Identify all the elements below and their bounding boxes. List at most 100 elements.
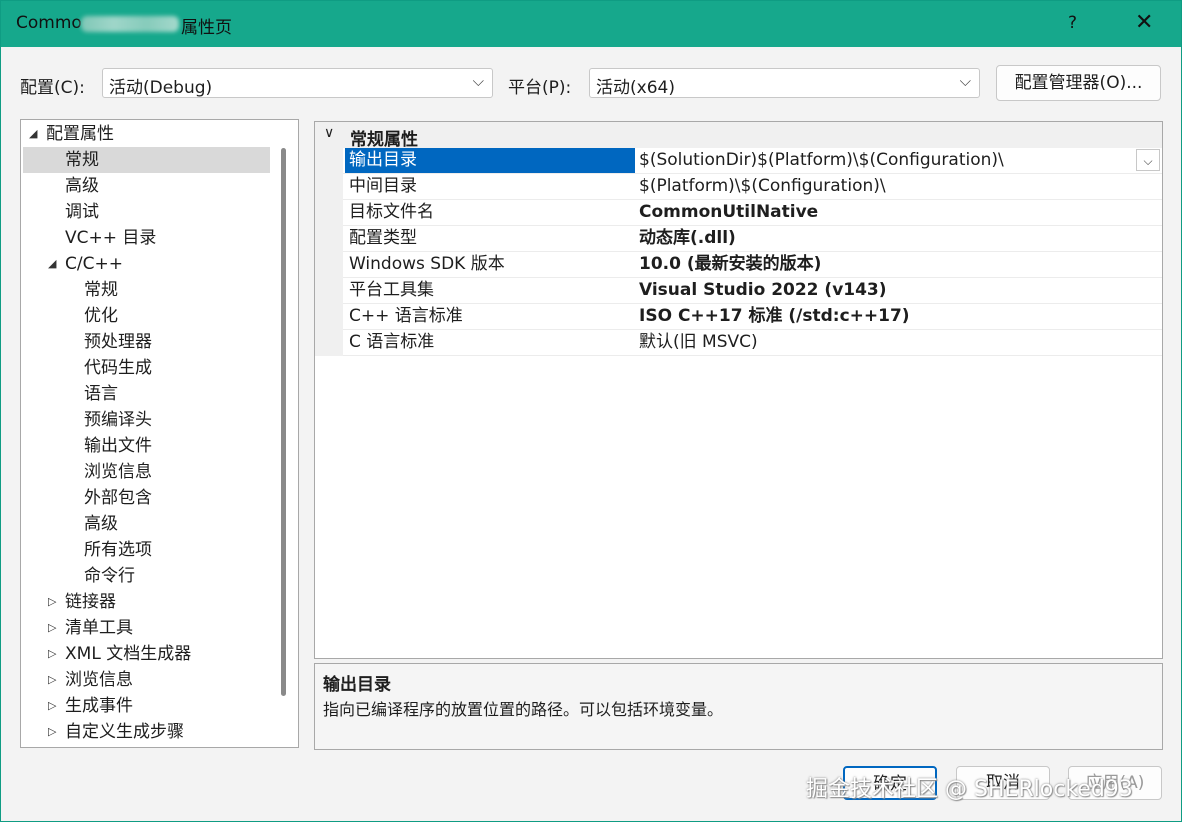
window-title-prefix: Commo — [16, 13, 82, 33]
collapse-arrow-icon[interactable]: ◢ — [48, 251, 56, 277]
property-row[interactable]: 平台工具集 Visual Studio 2022 (v143) — [343, 278, 1162, 304]
property-value[interactable]: ISO C++17 标准 (/std:c++17) — [639, 304, 910, 329]
grid-gutter — [315, 148, 343, 356]
property-row[interactable]: 输出目录 $(SolutionDir)$(Platform)\$(Configur… — [343, 148, 1162, 174]
property-value[interactable]: CommonUtilNative — [639, 200, 818, 225]
tree-item-label: C/C++ — [65, 254, 123, 274]
platform-dropdown[interactable]: 活动(x64) ⌵ — [589, 68, 980, 98]
collapse-arrow-icon[interactable]: ◢ — [29, 121, 37, 147]
property-name[interactable]: Windows SDK 版本 — [345, 252, 635, 277]
tree-item-label: 高级 — [84, 514, 118, 534]
tree-item[interactable]: 命令行 — [21, 563, 276, 589]
watermark-text: 掘金技术社区 @ SHERlocked93 — [806, 777, 1133, 802]
tree-item[interactable]: 代码生成 — [21, 355, 276, 381]
redacted-project-name — [81, 16, 179, 32]
tree-item-label: 调试 — [65, 202, 99, 222]
tree-item-label: 语言 — [84, 384, 118, 404]
property-name[interactable]: 输出目录 — [345, 148, 635, 173]
tree-item[interactable]: ▷ 清单工具 — [21, 615, 276, 641]
tree-item[interactable]: ◢ 配置属性 — [21, 121, 276, 147]
property-value[interactable]: Visual Studio 2022 (v143) — [639, 278, 887, 303]
tree-item-label: 命令行 — [84, 566, 135, 586]
property-value[interactable]: $(SolutionDir)$(Platform)\$(Configuratio… — [639, 148, 1004, 173]
expand-arrow-icon[interactable]: ▷ — [48, 589, 56, 615]
tree-item[interactable]: ◢ C/C++ — [21, 251, 276, 277]
property-tree: ◢ 配置属性 常规 高级 调试 VC++ 目录 ◢ C/C++ 常规 优化 预处理器 代码生成 语言 预编… — [20, 119, 299, 748]
config-manager-button[interactable]: 配置管理器(O)... — [996, 65, 1161, 101]
tree-item-label: 输出文件 — [84, 436, 152, 456]
tree-item-label: 预编译头 — [84, 410, 152, 430]
expand-arrow-icon[interactable]: ▷ — [48, 641, 56, 667]
config-value: 活动(Debug) — [109, 78, 213, 98]
expand-arrow-icon[interactable]: ▷ — [48, 615, 56, 641]
property-name[interactable]: 中间目录 — [345, 174, 635, 199]
tree-item[interactable]: ▷ 链接器 — [21, 589, 276, 615]
category-label: 常规属性 — [350, 130, 418, 150]
property-value[interactable]: 10.0 (最新安装的版本) — [639, 252, 821, 277]
tree-item-label: XML 文档生成器 — [65, 644, 192, 664]
expand-arrow-icon[interactable]: ▷ — [48, 719, 56, 745]
property-row[interactable]: C 语言标准 默认(旧 MSVC) — [343, 330, 1162, 356]
tree-item[interactable]: 语言 — [21, 381, 276, 407]
tree-item-label: 浏览信息 — [84, 462, 152, 482]
tree-item[interactable]: 高级 — [21, 511, 276, 537]
tree-item[interactable]: ▷ 生成事件 — [21, 693, 276, 719]
close-button[interactable]: ✕ — [1135, 10, 1153, 35]
property-row[interactable]: C++ 语言标准 ISO C++17 标准 (/std:c++17) — [343, 304, 1162, 330]
platform-label: 平台(P): — [508, 78, 572, 98]
tree-item[interactable]: 高级 — [21, 173, 276, 199]
property-pages-dialog: Commo 属性页 ? ✕ 配置(C): 活动(Debug) ⌵ 平台(P): … — [0, 0, 1182, 822]
chevron-down-icon: ⌵ — [472, 72, 484, 90]
property-row[interactable]: 中间目录 $(Platform)\$(Configuration)\ — [343, 174, 1162, 200]
expand-arrow-icon[interactable]: ▷ — [48, 693, 56, 719]
tree-item[interactable]: 常规 — [21, 147, 276, 173]
platform-value: 活动(x64) — [596, 78, 675, 98]
tree-item-label: 配置属性 — [46, 124, 114, 144]
tree-scrollbar[interactable] — [281, 148, 286, 696]
property-value[interactable]: $(Platform)\$(Configuration)\ — [639, 174, 886, 199]
property-row[interactable]: Windows SDK 版本 10.0 (最新安装的版本) — [343, 252, 1162, 278]
chevron-down-icon: ⌵ — [959, 72, 971, 90]
tree-item-label: 浏览信息 — [65, 670, 133, 690]
tree-item-label: 清单工具 — [65, 618, 133, 638]
tree-item-label: 常规 — [84, 280, 118, 300]
property-value[interactable]: 默认(旧 MSVC) — [639, 330, 758, 355]
tree-item-label: 高级 — [65, 176, 99, 196]
tree-item[interactable]: 优化 — [21, 303, 276, 329]
tree-item[interactable]: 外部包含 — [21, 485, 276, 511]
tree-item[interactable]: 调试 — [21, 199, 276, 225]
help-button[interactable]: ? — [1068, 13, 1077, 33]
property-row[interactable]: 目标文件名 CommonUtilNative — [343, 200, 1162, 226]
tree-item[interactable]: ▷ 自定义生成步骤 — [21, 719, 276, 745]
tree-item[interactable]: ▷ 浏览信息 — [21, 667, 276, 693]
property-row[interactable]: 配置类型 动态库(.dll) — [343, 226, 1162, 252]
value-dropdown-icon[interactable]: ⌵ — [1136, 149, 1160, 171]
tree-item-label: 代码生成 — [84, 358, 152, 378]
property-name[interactable]: 目标文件名 — [345, 200, 635, 225]
tree-item[interactable]: 输出文件 — [21, 433, 276, 459]
description-title: 输出目录 — [323, 675, 391, 695]
tree-item-label: 外部包含 — [84, 488, 152, 508]
tree-item[interactable]: VC++ 目录 — [21, 225, 276, 251]
property-name[interactable]: C 语言标准 — [345, 330, 635, 355]
property-name[interactable]: C++ 语言标准 — [345, 304, 635, 329]
tree-item[interactable]: 常规 — [21, 277, 276, 303]
tree-item[interactable]: 浏览信息 — [21, 459, 276, 485]
property-name[interactable]: 配置类型 — [345, 226, 635, 251]
tree-item[interactable]: 预编译头 — [21, 407, 276, 433]
tree-item[interactable]: 所有选项 — [21, 537, 276, 563]
expand-arrow-icon[interactable]: ▷ — [48, 667, 56, 693]
property-name[interactable]: 平台工具集 — [345, 278, 635, 303]
tree-item-label: 链接器 — [65, 592, 116, 612]
window-title-suffix: 属性页 — [181, 18, 232, 38]
property-grid: ∨ 常规属性 输出目录 $(SolutionDir)$(Platform)\$(C… — [314, 121, 1163, 659]
tree-item[interactable]: 预处理器 — [21, 329, 276, 355]
config-dropdown[interactable]: 活动(Debug) ⌵ — [102, 68, 493, 98]
chevron-down-icon: ∨ — [324, 125, 335, 141]
config-label: 配置(C): — [20, 78, 85, 98]
category-header[interactable]: ∨ 常规属性 — [315, 122, 1162, 150]
tree-item[interactable]: ▷ XML 文档生成器 — [21, 641, 276, 667]
property-value[interactable]: 动态库(.dll) — [639, 226, 736, 251]
description-text: 指向已编译程序的放置位置的路径。可以包括环境变量。 — [323, 700, 724, 719]
description-panel: 输出目录 指向已编译程序的放置位置的路径。可以包括环境变量。 — [314, 663, 1163, 750]
